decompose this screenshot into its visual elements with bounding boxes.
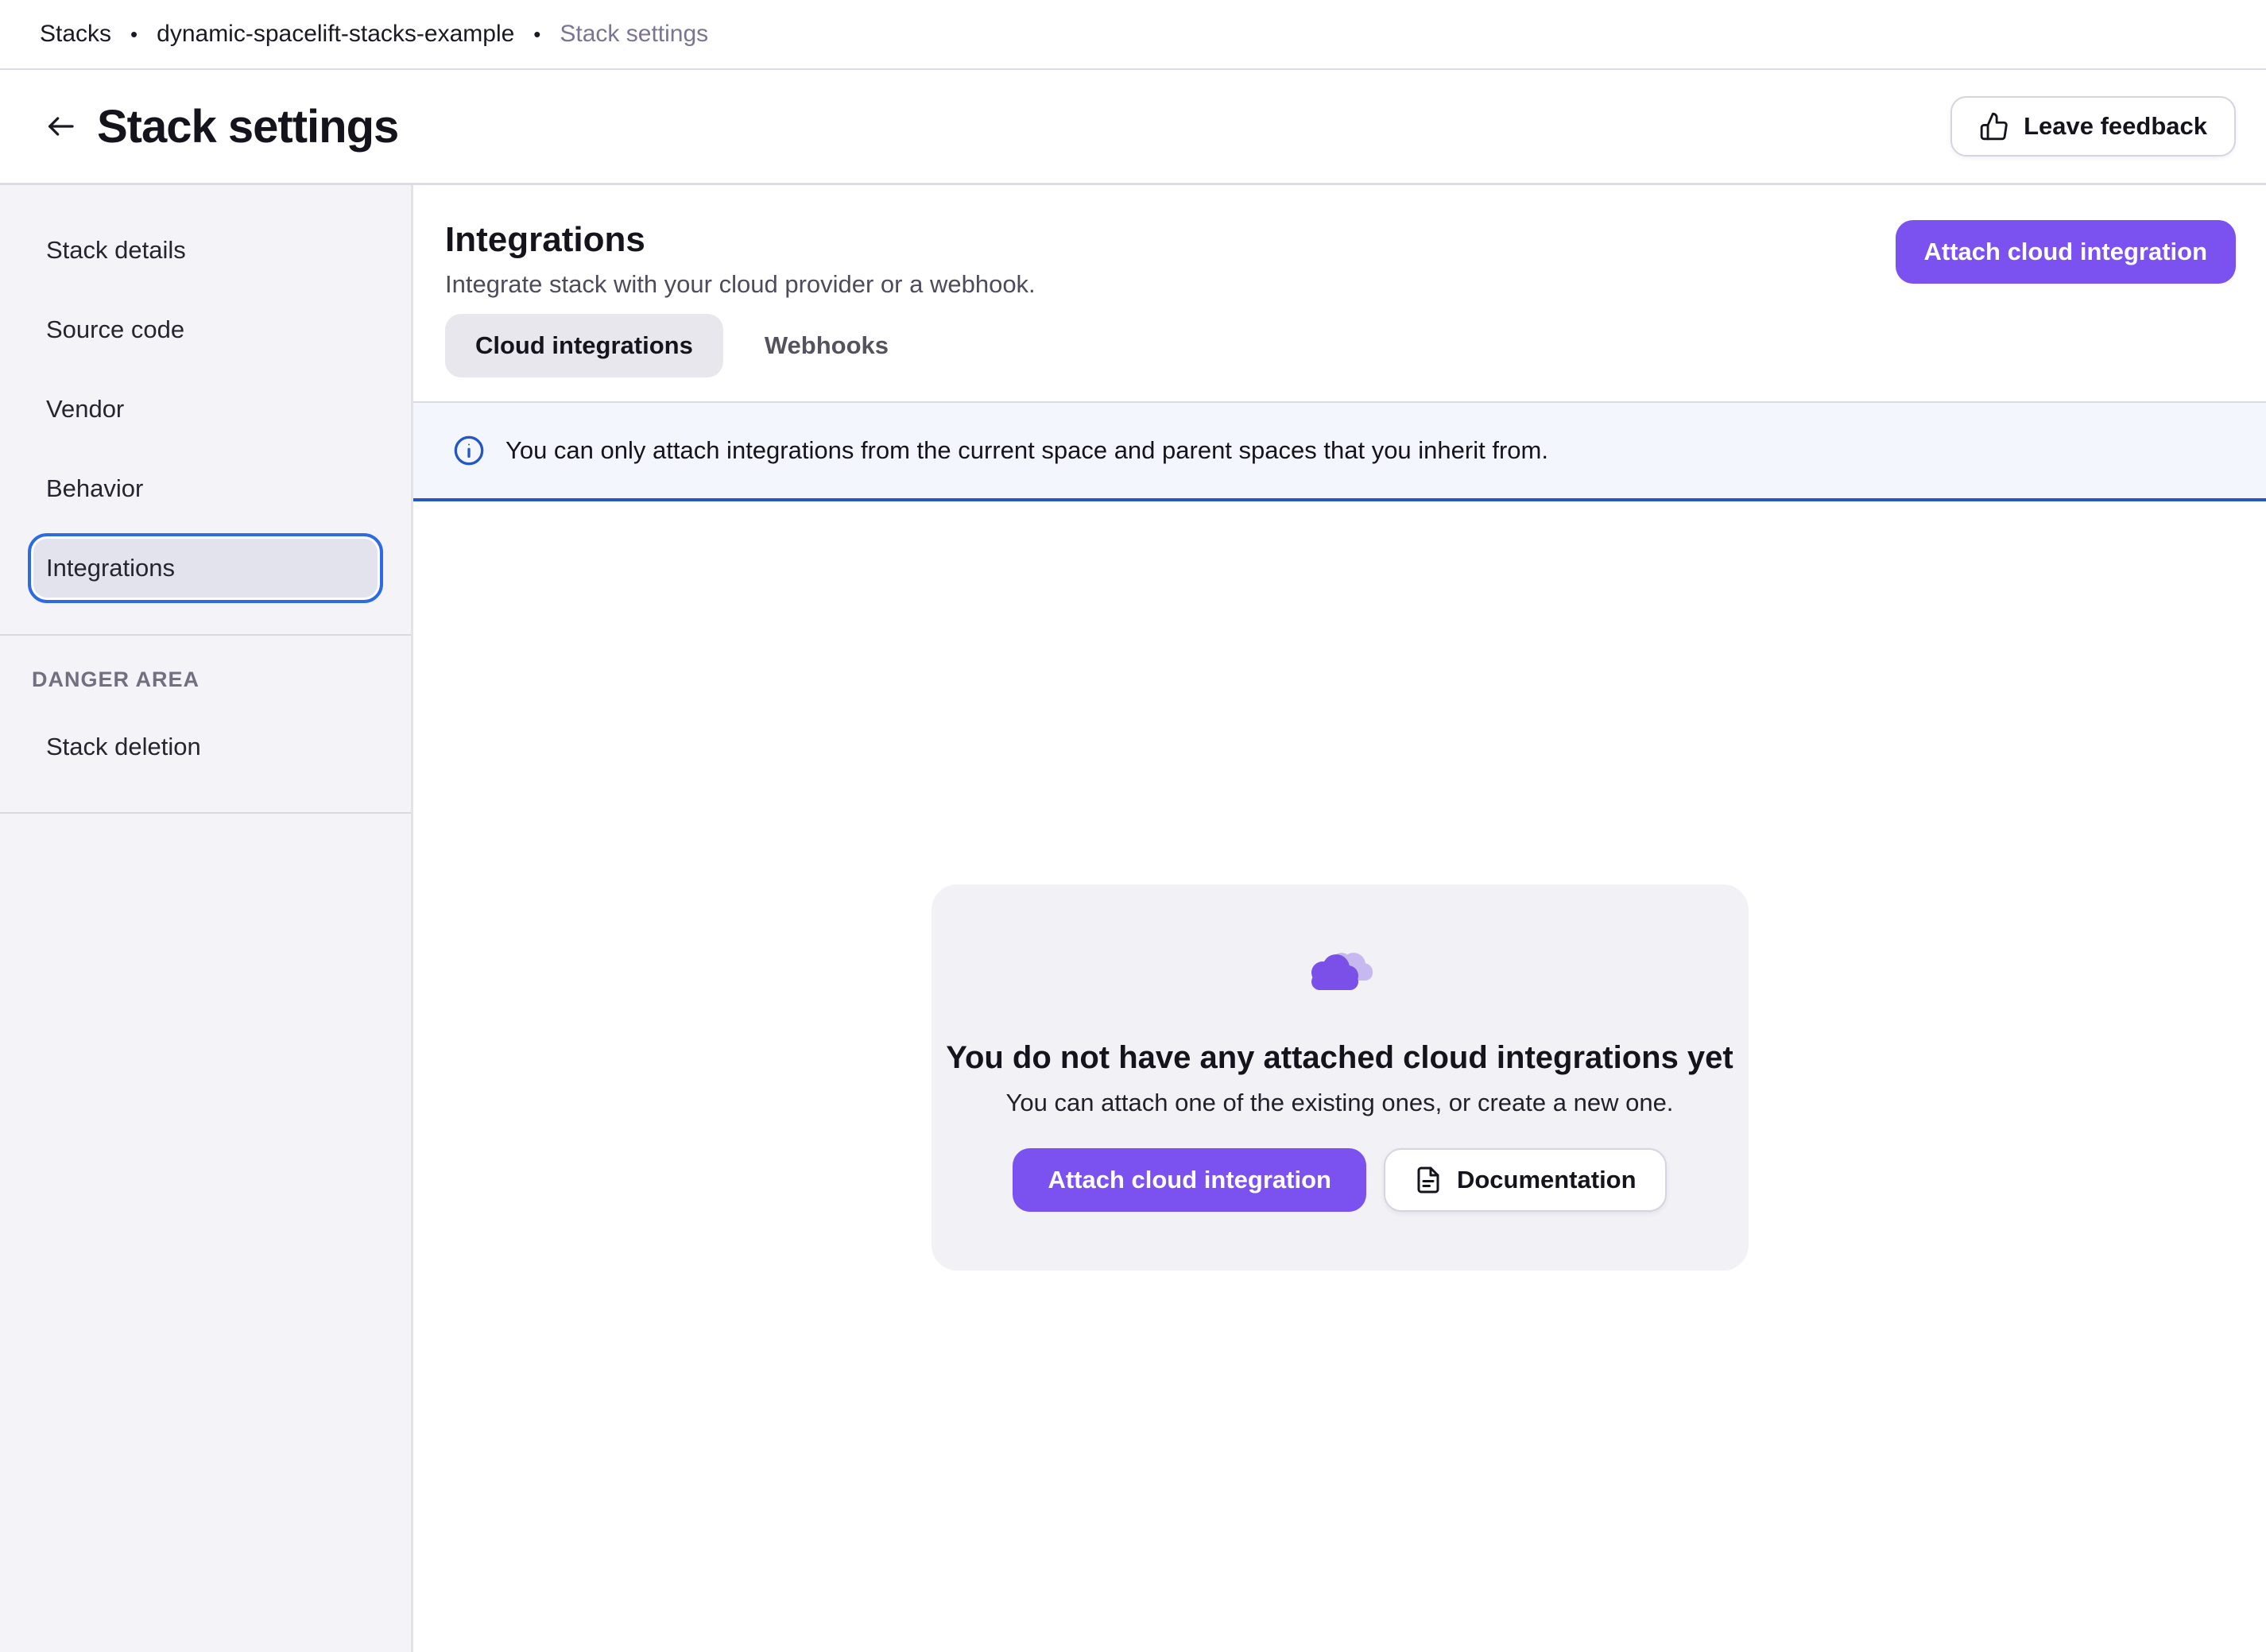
sidebar-item-vendor[interactable]: Vendor (28, 374, 383, 444)
breadcrumb-separator: • (533, 24, 540, 44)
info-icon (453, 435, 485, 466)
integrations-header: Integrations Integrate stack with your c… (413, 185, 2266, 377)
info-banner: You can only attach integrations from th… (413, 401, 2266, 501)
content-area: Stack details Source code Vendor Behavio… (0, 185, 2266, 1652)
tab-cloud-integrations[interactable]: Cloud integrations (445, 314, 723, 377)
breadcrumb-separator: • (130, 24, 138, 44)
attach-cloud-integration-button[interactable]: Attach cloud integration (1896, 220, 2237, 284)
empty-state-title: You do not have any attached cloud integ… (946, 1039, 1733, 1077)
integrations-panel: Integrations Integrate stack with your c… (413, 185, 2266, 1652)
integrations-tabs: Cloud integrations Webhooks (445, 314, 2236, 377)
breadcrumb-item-stack-name[interactable]: dynamic-spacelift-stacks-example (157, 21, 514, 48)
cloud-icon (1305, 946, 1375, 999)
page-title: Stack settings (97, 100, 398, 153)
sidebar-danger-section: DANGER AREA Stack deletion (0, 636, 411, 814)
integrations-title: Integrations (445, 220, 1036, 260)
sidebar-item-behavior[interactable]: Behavior (28, 454, 383, 524)
sidebar-item-stack-deletion[interactable]: Stack deletion (28, 712, 383, 782)
sidebar-item-source-code[interactable]: Source code (28, 295, 383, 365)
integrations-subtitle: Integrate stack with your cloud provider… (445, 269, 1036, 300)
documentation-label: Documentation (1457, 1166, 1637, 1194)
back-arrow-icon (45, 110, 76, 142)
sidebar-item-stack-details[interactable]: Stack details (28, 215, 383, 285)
documentation-button[interactable]: Documentation (1384, 1148, 1667, 1212)
sidebar-item-integrations[interactable]: Integrations (28, 533, 383, 603)
stack-settings-page: Stacks • dynamic-spacelift-stacks-exampl… (0, 0, 2266, 1652)
file-text-icon (1414, 1166, 1443, 1194)
breadcrumb-item-stacks[interactable]: Stacks (40, 21, 111, 48)
leave-feedback-label: Leave feedback (2024, 112, 2207, 141)
back-button[interactable] (41, 107, 79, 145)
breadcrumb-item-current: Stack settings (560, 21, 708, 48)
danger-area-heading: DANGER AREA (32, 666, 411, 693)
empty-state-actions: Attach cloud integration Documentation (1013, 1148, 1666, 1212)
breadcrumb: Stacks • dynamic-spacelift-stacks-exampl… (0, 0, 2266, 70)
attach-cloud-integration-button-empty-state[interactable]: Attach cloud integration (1013, 1148, 1366, 1212)
leave-feedback-button[interactable]: Leave feedback (1950, 96, 2236, 157)
sidebar-nav-section: Stack details Source code Vendor Behavio… (0, 185, 411, 636)
info-banner-text: You can only attach integrations from th… (505, 436, 1548, 465)
page-header: Stack settings Leave feedback (0, 70, 2266, 185)
settings-sidebar: Stack details Source code Vendor Behavio… (0, 185, 413, 1652)
empty-state-card: You do not have any attached cloud integ… (932, 884, 1749, 1271)
tab-webhooks[interactable]: Webhooks (734, 314, 919, 377)
empty-state-subtitle: You can attach one of the existing ones,… (1006, 1088, 1674, 1118)
thumbs-up-icon (1979, 111, 2009, 141)
